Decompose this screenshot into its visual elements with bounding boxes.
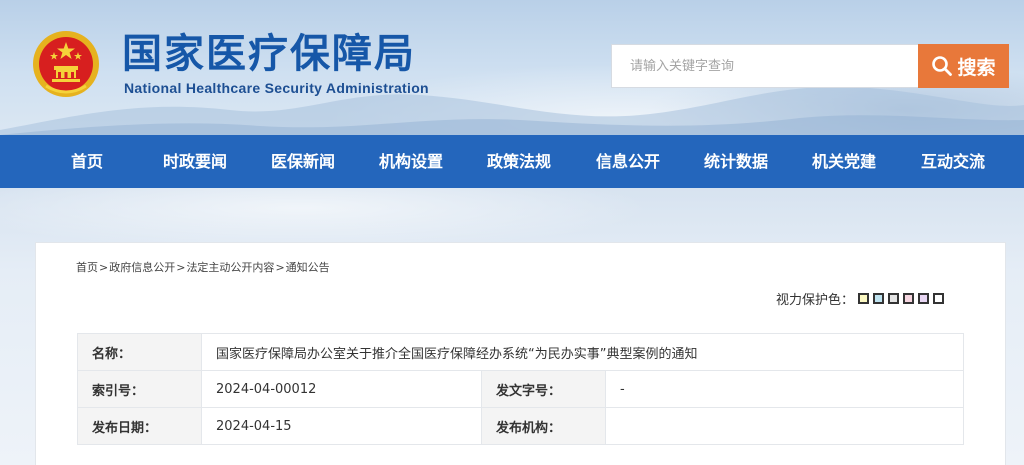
nav-item-organization[interactable]: 机构设置 xyxy=(379,135,443,188)
table-row: 索引号： 2024-04-00012 发文字号： - xyxy=(77,370,964,408)
breadcrumb-notices[interactable]: 通知公告 xyxy=(286,261,330,274)
nav-item-party-building[interactable]: 机关党建 xyxy=(812,135,876,188)
publisher-value xyxy=(605,407,964,445)
breadcrumb-separator: > xyxy=(176,261,186,274)
main-nav: 首页 时政要闻 医保新闻 机构设置 政策法规 信息公开 统计数据 机关党建 互动… xyxy=(0,135,1024,188)
eye-protection-label: 视力保护色： xyxy=(776,292,855,308)
index-value: 2024-04-00012 xyxy=(201,370,482,408)
breadcrumb: 首页>政府信息公开>法定主动公开内容>通知公告 xyxy=(76,259,330,275)
index-label: 索引号： xyxy=(77,370,202,408)
table-row: 名称： 国家医疗保障局办公室关于推介全国医疗保障经办系统“为民办实事”典型案例的… xyxy=(77,333,964,371)
nav-item-policies[interactable]: 政策法规 xyxy=(487,135,551,188)
national-emblem-icon xyxy=(33,31,99,97)
nav-item-statistics[interactable]: 统计数据 xyxy=(704,135,768,188)
document-info-table: 名称： 国家医疗保障局办公室关于推介全国医疗保障经办系统“为民办实事”典型案例的… xyxy=(77,333,964,445)
nav-item-info-disclosure[interactable]: 信息公开 xyxy=(596,135,660,188)
eye-protection-colors: 视力保护色： xyxy=(776,289,945,308)
swatch-yellow[interactable] xyxy=(858,292,870,304)
site-subtitle: National Healthcare Security Administrat… xyxy=(124,80,429,96)
publish-date-value: 2024-04-15 xyxy=(201,407,482,445)
breadcrumb-separator: > xyxy=(275,261,285,274)
swatch-gray[interactable] xyxy=(888,292,900,304)
search-input[interactable] xyxy=(611,44,919,88)
swatch-white[interactable] xyxy=(933,292,945,304)
nav-item-home[interactable]: 首页 xyxy=(71,135,103,188)
publish-date-label: 发布日期： xyxy=(77,407,202,445)
site-title: 国家医疗保障局 xyxy=(122,31,416,77)
doc-number-label: 发文字号： xyxy=(481,370,606,408)
breadcrumb-home[interactable]: 首页 xyxy=(76,261,98,274)
doc-number-value: - xyxy=(605,370,964,408)
content-panel: 首页>政府信息公开>法定主动公开内容>通知公告 视力保护色： 名称： 国家医疗保… xyxy=(35,242,1006,465)
breadcrumb-separator: > xyxy=(99,261,109,274)
publisher-label: 发布机构： xyxy=(481,407,606,445)
breadcrumb-statutory-content[interactable]: 法定主动公开内容 xyxy=(186,261,274,274)
search-button-label: 搜索 xyxy=(957,56,996,79)
name-label: 名称： xyxy=(77,333,202,371)
search-button[interactable]: 搜索 xyxy=(918,44,1009,88)
table-row: 发布日期： 2024-04-15 发布机构： xyxy=(77,407,964,445)
nav-item-interaction[interactable]: 互动交流 xyxy=(921,135,985,188)
search-icon xyxy=(932,56,953,76)
swatch-purple[interactable] xyxy=(918,292,930,304)
nav-item-politics-news[interactable]: 时政要闻 xyxy=(163,135,227,188)
nav-item-healthcare-news[interactable]: 医保新闻 xyxy=(271,135,335,188)
swatch-blue[interactable] xyxy=(873,292,885,304)
swatch-pink[interactable] xyxy=(903,292,915,304)
breadcrumb-gov-info[interactable]: 政府信息公开 xyxy=(109,261,175,274)
name-value: 国家医疗保障局办公室关于推介全国医疗保障经办系统“为民办实事”典型案例的通知 xyxy=(201,333,964,371)
site-header: 国家医疗保障局 National Healthcare Security Adm… xyxy=(0,0,1024,140)
